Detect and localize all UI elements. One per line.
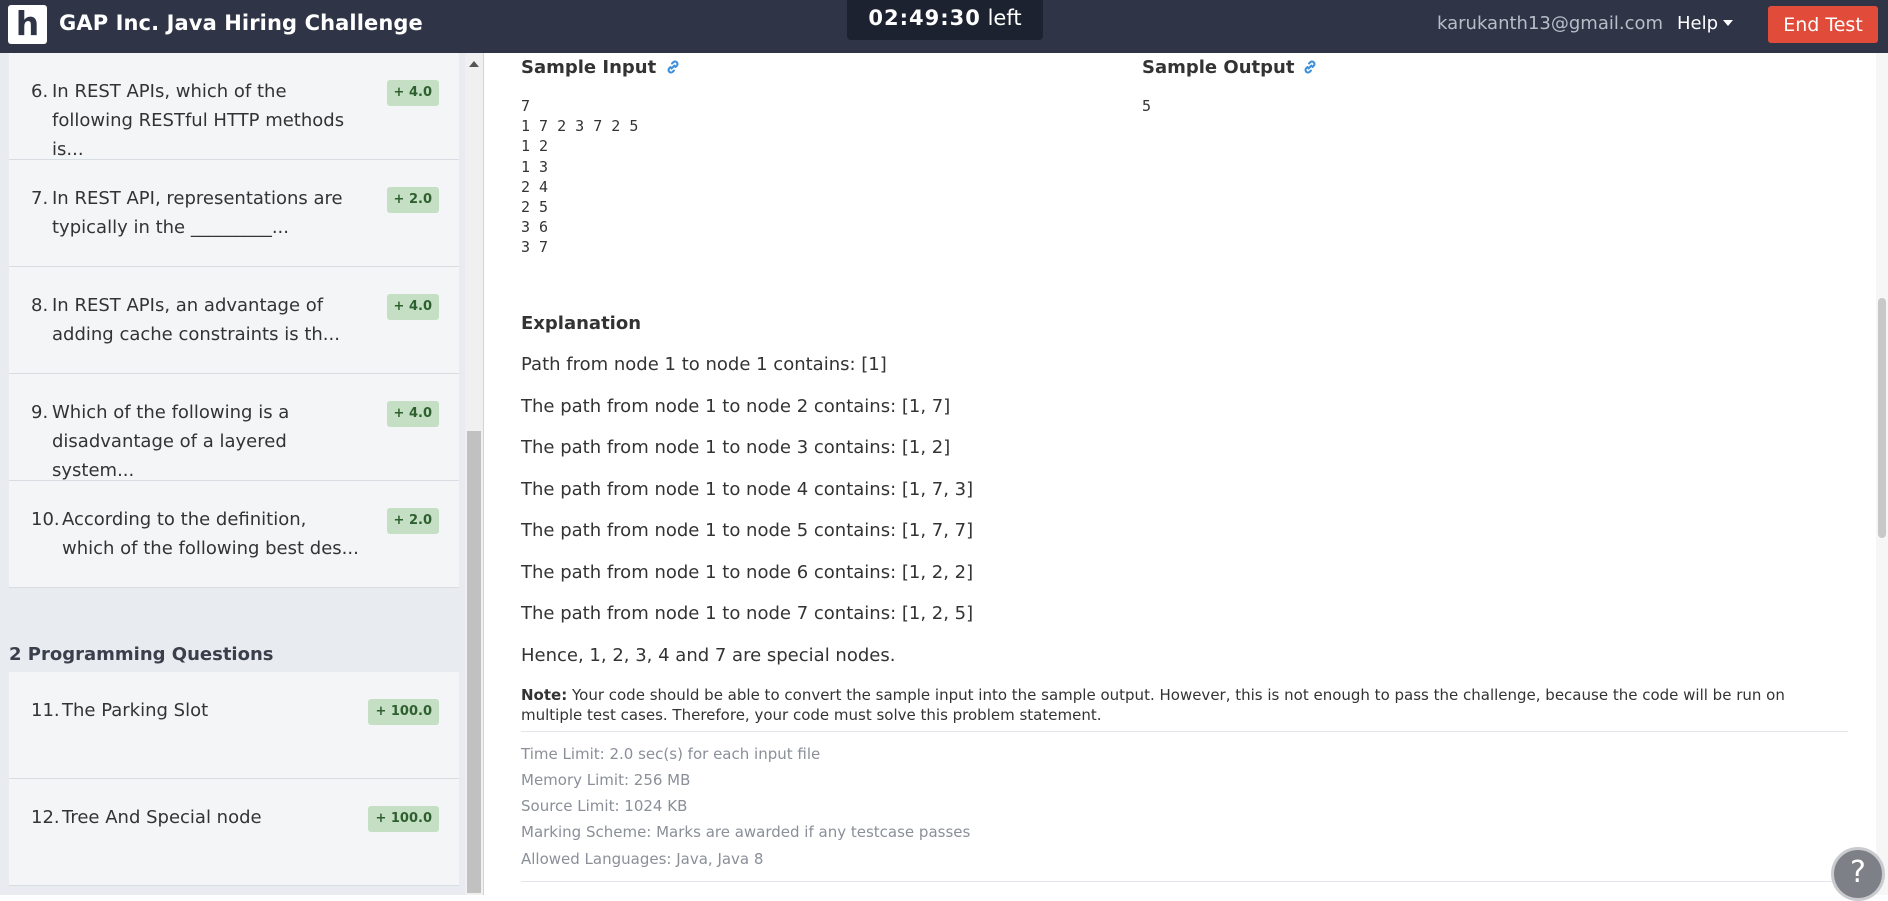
score-badge: + 2.0 <box>386 508 439 534</box>
top-header: h GAP Inc. Java Hiring Challenge 02:49:3… <box>0 0 1888 53</box>
challenge-title: GAP Inc. Java Hiring Challenge <box>59 11 423 35</box>
scroll-up-arrow-icon[interactable] <box>469 61 479 67</box>
note-body: Your code should be able to convert the … <box>521 686 1785 724</box>
question-item-12[interactable]: 12. Tree And Special node + 100.0 <box>9 779 459 886</box>
question-item-9[interactable]: 9. Which of the following is a disadvanta… <box>9 374 459 481</box>
question-text: Tree And Special node <box>62 807 262 828</box>
note-text: Note: Your code should be able to conver… <box>521 685 1839 725</box>
sample-input-label: Sample Input <box>521 57 657 78</box>
explanation-line: The path from node 1 to node 2 contains:… <box>521 396 951 417</box>
question-item-7[interactable]: 7. In REST API, representations are typic… <box>9 160 459 267</box>
time-limit: Time Limit: 2.0 sec(s) for each input fi… <box>521 745 821 763</box>
sample-output-label: Sample Output <box>1142 57 1295 78</box>
score-badge: + 2.0 <box>386 187 439 213</box>
score-badge: + 4.0 <box>386 80 439 106</box>
timer-value: 02:49:30 <box>868 6 981 30</box>
main-scrollbar[interactable] <box>1876 53 1888 895</box>
problem-content: Sample Input Sample Output 7 1 7 2 3 7 2… <box>484 53 1888 895</box>
question-text: Which of the following is a disadvantage… <box>52 402 290 481</box>
question-sidebar: 6. In REST APIs, which of the following R… <box>0 53 483 895</box>
score-badge: + 100.0 <box>368 699 439 725</box>
marking-scheme: Marking Scheme: Marks are awarded if any… <box>521 823 971 841</box>
explanation-title: Explanation <box>521 313 642 334</box>
question-number: 7. <box>31 188 49 209</box>
question-item-11[interactable]: 11. The Parking Slot + 100.0 <box>9 672 459 779</box>
divider <box>521 881 1848 882</box>
user-email[interactable]: karukanth13@gmail.com <box>1437 13 1663 34</box>
sample-input-block: 7 1 7 2 3 7 2 5 1 2 1 3 2 4 2 5 3 6 3 7 <box>521 97 639 257</box>
link-icon[interactable] <box>1302 59 1318 75</box>
programming-question-list: 11. The Parking Slot + 100.0 12. Tree And … <box>9 672 459 886</box>
explanation-line: Hence, 1, 2, 3, 4 and 7 are special node… <box>521 645 896 666</box>
question-number: 9. <box>31 402 49 423</box>
score-badge: + 100.0 <box>368 806 439 832</box>
explanation-line: The path from node 1 to node 3 contains:… <box>521 437 951 458</box>
explanation-line: Path from node 1 to node 1 contains: [1] <box>521 354 887 375</box>
help-question-icon[interactable]: ? <box>1831 847 1885 901</box>
question-number: 6. <box>31 81 49 102</box>
link-icon[interactable] <box>665 59 681 75</box>
allowed-languages: Allowed Languages: Java, Java 8 <box>521 850 764 868</box>
question-text: According to the definition, which of th… <box>62 509 359 559</box>
hackerearth-logo[interactable]: h <box>8 5 47 44</box>
countdown-timer: 02:49:30 left <box>847 0 1043 40</box>
help-label: Help <box>1677 13 1719 34</box>
question-text: In REST API, representations are typical… <box>52 188 343 238</box>
main-scroll-thumb[interactable] <box>1878 298 1886 538</box>
question-number: 10. <box>31 509 60 530</box>
question-item-8[interactable]: 8. In REST APIs, an advantage of adding c… <box>9 267 459 374</box>
timer-suffix: left <box>987 6 1022 30</box>
sidebar-scroll-thumb[interactable] <box>467 431 481 893</box>
question-text: In REST APIs, an advantage of adding cac… <box>52 295 340 345</box>
score-badge: + 4.0 <box>386 401 439 427</box>
caret-down-icon <box>1723 20 1734 26</box>
help-dropdown[interactable]: Help <box>1677 13 1734 34</box>
question-number: 12. <box>31 807 60 828</box>
explanation-line: The path from node 1 to node 5 contains:… <box>521 520 974 541</box>
explanation-line: The path from node 1 to node 4 contains:… <box>521 479 974 500</box>
question-number: 8. <box>31 295 49 316</box>
score-badge: + 4.0 <box>386 294 439 320</box>
question-item-6[interactable]: 6. In REST APIs, which of the following R… <box>9 53 459 160</box>
question-number: 11. <box>31 700 60 721</box>
question-text: In REST APIs, which of the following RES… <box>52 81 345 160</box>
explanation-line: The path from node 1 to node 7 contains:… <box>521 603 974 624</box>
note-label: Note: <box>521 686 568 704</box>
divider <box>521 731 1848 732</box>
sidebar-scrollbar[interactable] <box>465 53 483 895</box>
question-text: The Parking Slot <box>62 700 209 721</box>
end-test-button[interactable]: End Test <box>1768 6 1878 43</box>
memory-limit: Memory Limit: 256 MB <box>521 771 691 789</box>
question-item-10[interactable]: 10. According to the definition, which of… <box>9 481 459 588</box>
programming-section-header: 2 Programming Questions <box>9 644 274 665</box>
source-limit: Source Limit: 1024 KB <box>521 797 688 815</box>
explanation-line: The path from node 1 to node 6 contains:… <box>521 562 974 583</box>
mcq-question-list: 6. In REST APIs, which of the following R… <box>9 53 459 588</box>
sample-output-block: 5 <box>1142 97 1152 115</box>
